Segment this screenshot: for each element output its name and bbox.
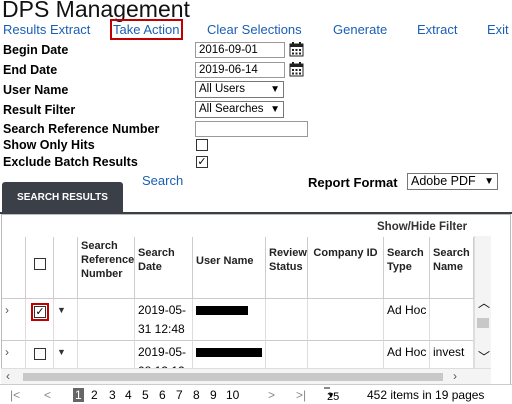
begin-date-label: Begin Date: [3, 43, 69, 57]
row-checkbox[interactable]: ✓: [31, 303, 49, 321]
show-hide-filter-button[interactable]: Show/Hide Filter: [377, 221, 467, 233]
expand-column-header: [2, 237, 26, 299]
column-header-search-date[interactable]: Search Date: [135, 237, 193, 299]
calendar-icon[interactable]: [289, 62, 304, 77]
chevron-down-icon: ▼: [270, 84, 280, 95]
column-header-company-id[interactable]: Company ID: [308, 237, 384, 299]
page-title: DPS Management: [2, 0, 190, 22]
show-only-hits-checkbox[interactable]: [196, 139, 208, 151]
column-header-search-name[interactable]: Search Name: [430, 237, 474, 299]
last-page-button[interactable]: >|: [296, 388, 306, 402]
chevron-down-icon: ▼: [484, 176, 494, 187]
user-name-label: User Name: [3, 83, 69, 97]
row-menu-icon[interactable]: ▼: [54, 299, 78, 341]
row-search-date: 2019-05-31 12:48: [135, 299, 193, 341]
scroll-thumb[interactable]: [23, 373, 443, 381]
row-expand-icon[interactable]: ›: [2, 299, 26, 341]
row-company-id: [308, 299, 384, 341]
take-action-link[interactable]: Take Action: [110, 19, 183, 40]
search-button[interactable]: Search: [142, 173, 183, 188]
result-filter-label: Result Filter: [3, 103, 76, 117]
page-10-button[interactable]: 10: [226, 388, 239, 402]
scroll-up-icon[interactable]: ︿: [478, 294, 490, 311]
exclude-batch-checkbox[interactable]: ✓: [196, 156, 208, 168]
scroll-thumb[interactable]: [477, 318, 489, 328]
extract-link[interactable]: Extract: [417, 22, 457, 37]
page-3-button[interactable]: 3: [109, 388, 116, 402]
row-select-cell: ✓: [26, 299, 54, 341]
select-all-header: [26, 237, 54, 299]
result-filter-value: All Searches: [199, 103, 264, 115]
result-filter-select[interactable]: All Searches ▼: [195, 101, 284, 118]
scroll-left-icon[interactable]: ‹: [6, 369, 10, 383]
row-checkbox[interactable]: [34, 348, 46, 360]
exit-link[interactable]: Exit: [487, 22, 509, 37]
generate-link[interactable]: Generate: [333, 22, 387, 37]
grid-toolbar: Show/Hide Filter: [2, 215, 510, 237]
column-header-user-name[interactable]: User Name: [193, 237, 266, 299]
end-date-field[interactable]: 2019-06-14: [195, 62, 285, 78]
select-all-checkbox[interactable]: [34, 258, 46, 270]
end-date-label: End Date: [3, 63, 58, 77]
column-header-search-type[interactable]: Search Type: [384, 237, 430, 299]
tab-search-results[interactable]: SEARCH RESULTS: [2, 182, 123, 214]
page-4-button[interactable]: 4: [125, 388, 132, 402]
page-6-button[interactable]: 6: [159, 388, 166, 402]
search-ref-field[interactable]: [195, 121, 308, 137]
action-menu: Results Extract Take Action Clear Select…: [0, 19, 512, 40]
page-1-button[interactable]: 1: [73, 388, 84, 402]
page-9-button[interactable]: 9: [210, 388, 217, 402]
page-size-select[interactable]: 25 ▼: [324, 387, 339, 403]
pager: |< < 1 2 3 4 5 6 7 8 9 10 > >| 25 ▼ 452 …: [0, 384, 512, 404]
row-review-status: [266, 299, 308, 341]
calendar-icon[interactable]: [289, 42, 304, 57]
row-search-name: [430, 299, 474, 341]
next-page-button[interactable]: >: [268, 388, 275, 402]
begin-date-field[interactable]: 2016-09-01: [195, 42, 285, 58]
row-user-name: [193, 299, 266, 341]
row-search-type: Ad Hoc: [384, 299, 430, 341]
user-name-value: All Users: [199, 83, 246, 95]
column-header-search-ref[interactable]: Search Reference Number: [78, 237, 135, 299]
scroll-right-icon[interactable]: ›: [453, 369, 457, 383]
column-header-review-status[interactable]: Review Status: [266, 237, 308, 299]
clear-selections-link[interactable]: Clear Selections: [207, 22, 302, 37]
page-2-button[interactable]: 2: [91, 388, 98, 402]
redacted-text: [196, 348, 262, 358]
page-8-button[interactable]: 8: [193, 388, 200, 402]
menu-column-header: [54, 237, 78, 299]
prev-page-button[interactable]: <: [44, 388, 51, 402]
scroll-down-icon[interactable]: ﹀: [478, 348, 490, 365]
horizontal-scrollbar[interactable]: ‹ ›: [1, 368, 491, 384]
page-7-button[interactable]: 7: [176, 388, 183, 402]
chevron-down-icon: ▼: [327, 391, 335, 400]
report-format-label: Report Format: [308, 175, 398, 190]
first-page-button[interactable]: |<: [10, 388, 20, 402]
report-format-select[interactable]: Adobe PDF ▼: [407, 173, 498, 190]
search-ref-label: Search Reference Number: [3, 122, 160, 136]
vertical-scrollbar[interactable]: ︿ ﹀: [474, 236, 491, 368]
page-5-button[interactable]: 5: [142, 388, 149, 402]
chevron-down-icon: ▼: [270, 104, 280, 115]
user-name-select[interactable]: All Users ▼: [195, 81, 284, 98]
row-search-ref: [78, 299, 135, 341]
report-format-value: Adobe PDF: [411, 174, 476, 188]
show-only-hits-label: Show Only Hits: [3, 138, 95, 152]
exclude-batch-label: Exclude Batch Results: [3, 155, 138, 169]
redacted-text: [196, 306, 248, 316]
pager-summary: 452 items in 19 pages: [367, 388, 485, 402]
results-grid: Show/Hide Filter Search Reference Number…: [1, 214, 511, 386]
results-extract-link[interactable]: Results Extract: [3, 22, 90, 37]
